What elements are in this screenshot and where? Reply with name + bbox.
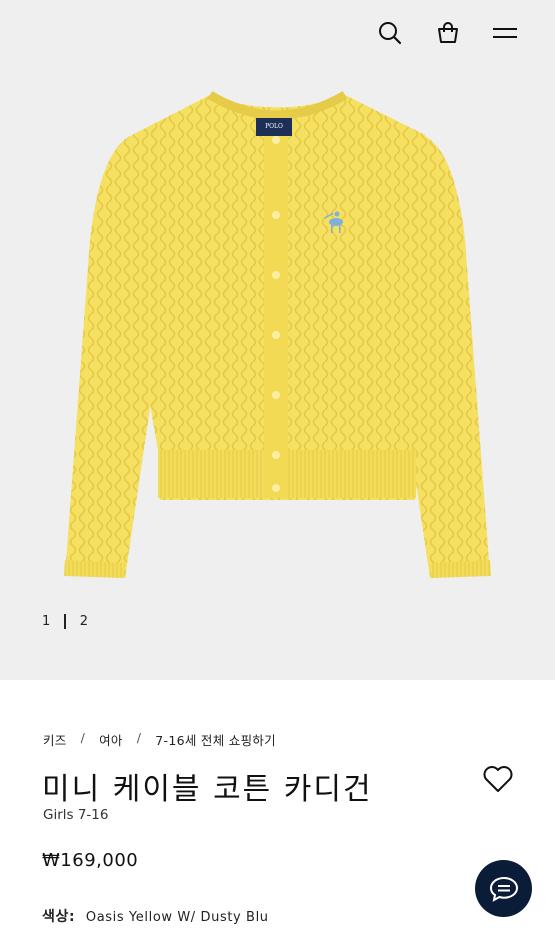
- breadcrumb-separator: /: [80, 730, 86, 745]
- shopping-bag-icon[interactable]: [433, 18, 463, 48]
- wishlist-heart-icon[interactable]: [482, 764, 514, 794]
- svg-text:POLO: POLO: [265, 123, 283, 130]
- product-image: POLO: [64, 91, 491, 578]
- product-title: 미니 케이블 코튼 카디건: [42, 772, 373, 807]
- breadcrumb: 키즈 / 여아 / 7-16세 전체 쇼핑하기: [43, 730, 276, 749]
- breadcrumb-girls-7-16[interactable]: 7-16세 전체 쇼핑하기: [155, 730, 276, 749]
- gallery-pagination: 1 2: [40, 614, 90, 629]
- product-subtitle: Girls 7-16: [43, 807, 109, 823]
- breadcrumb-girls[interactable]: 여아: [99, 730, 123, 749]
- header-toolbar: [0, 18, 555, 48]
- search-icon[interactable]: [375, 18, 405, 48]
- chat-icon: [489, 876, 518, 902]
- product-info: 키즈 / 여아 / 7-16세 전체 쇼핑하기 미니 케이블 코튼 카디건 Gi…: [0, 680, 555, 931]
- color-selection: 색상: Oasis Yellow W/ Dusty Blu: [42, 906, 269, 926]
- pagination-divider: [64, 614, 66, 629]
- chat-button[interactable]: [475, 860, 532, 917]
- page-2-button[interactable]: 2: [78, 614, 90, 629]
- product-gallery[interactable]: POLO 1 2: [0, 0, 555, 680]
- color-label: 색상:: [42, 909, 76, 925]
- breadcrumb-kids[interactable]: 키즈: [43, 730, 67, 749]
- page-1-button[interactable]: 1: [40, 614, 52, 629]
- menu-icon[interactable]: [490, 18, 520, 48]
- product-price: ₩169,000: [42, 850, 139, 871]
- color-value: Oasis Yellow W/ Dusty Blu: [85, 910, 269, 925]
- breadcrumb-separator: /: [136, 730, 142, 745]
